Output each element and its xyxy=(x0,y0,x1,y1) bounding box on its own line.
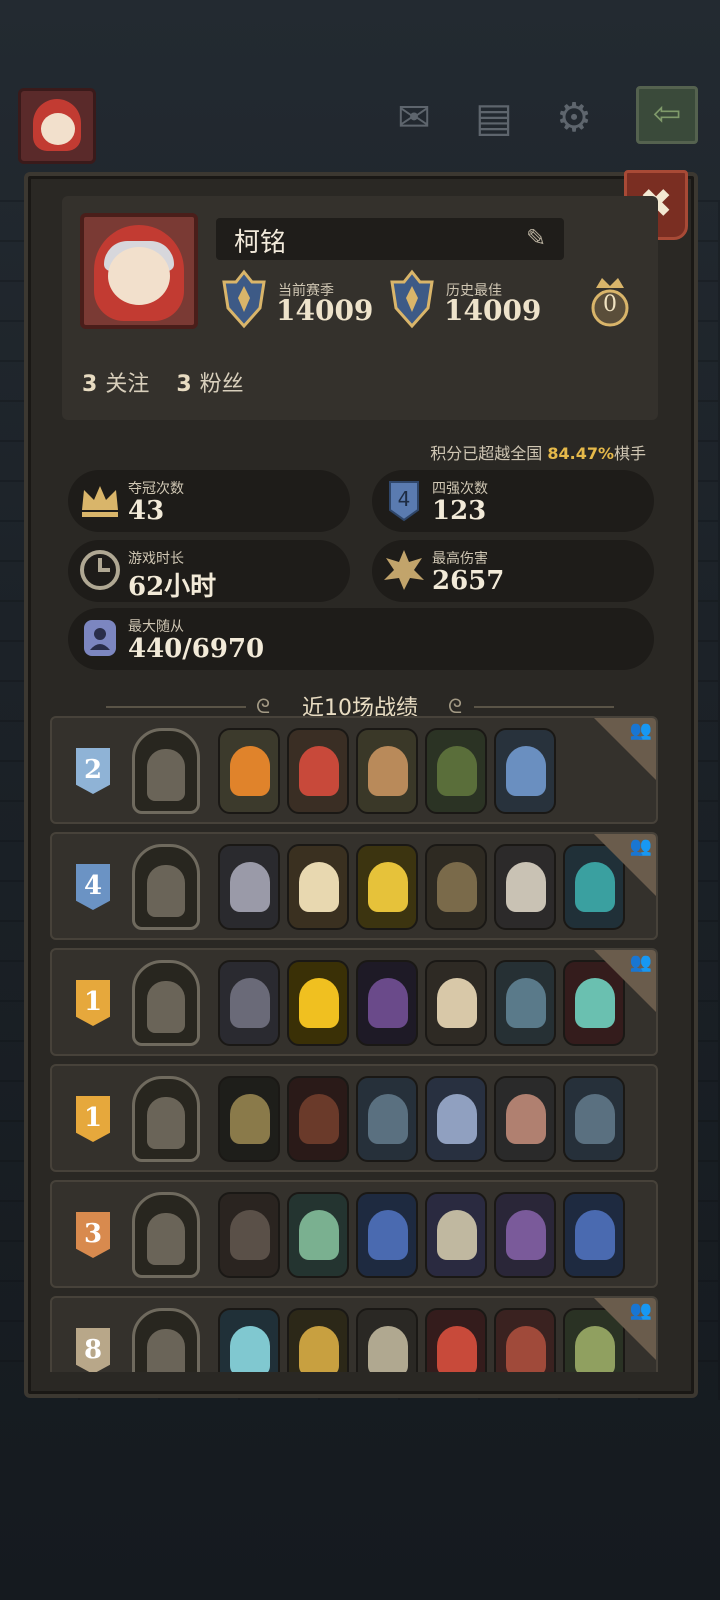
match-row[interactable]: 8 👥 xyxy=(50,1296,658,1372)
placement-badge: 4 xyxy=(76,864,110,910)
top4-icon: 4 xyxy=(389,481,419,522)
back-arrow-icon[interactable]: ⇦ xyxy=(636,86,698,144)
minion-card xyxy=(218,844,280,930)
minion-card xyxy=(563,1076,625,1162)
minion-card xyxy=(287,1308,349,1372)
crown-count: 0 xyxy=(603,292,617,317)
minion-card xyxy=(218,1308,280,1372)
current-season-score: 14009 xyxy=(276,294,374,327)
follow-link[interactable]: 3 关注 xyxy=(82,372,149,397)
hero-portrait xyxy=(132,960,200,1046)
stat-top4: 4 四强次数 123 xyxy=(372,470,654,532)
minion-card xyxy=(425,1076,487,1162)
minion-card xyxy=(356,1076,418,1162)
stat-max-followers: 最大随从 440/6970 xyxy=(68,608,654,670)
placement-badge: 2 xyxy=(76,748,110,794)
stat-max-damage: 最高伤害 2657 xyxy=(372,540,654,602)
gear-icon[interactable]: ⚙ xyxy=(546,92,602,144)
rank-percent-text: 积分已超越全国 84.47%棋手 xyxy=(430,444,646,463)
top-bar: ✉ ▤ ⚙ ⇦ xyxy=(0,0,720,164)
minion-card xyxy=(425,960,487,1046)
minion-card xyxy=(356,1308,418,1372)
minion-card xyxy=(494,1308,556,1372)
hero-portrait xyxy=(132,1076,200,1162)
stat-champion: 夺冠次数 43 xyxy=(68,470,350,532)
minion-card xyxy=(287,844,349,930)
minion-card xyxy=(218,1076,280,1162)
minion-card xyxy=(425,1192,487,1278)
minion-card xyxy=(356,960,418,1046)
player-name: 柯铭 xyxy=(234,228,287,258)
match-row[interactable]: 4 👥 xyxy=(50,832,658,940)
notes-icon[interactable]: ▤ xyxy=(466,92,522,144)
minion-card xyxy=(356,728,418,814)
minion-card xyxy=(218,1192,280,1278)
minion-card xyxy=(287,1192,349,1278)
hero-portrait xyxy=(132,1308,200,1372)
swirl-icon: ᘓ xyxy=(448,694,463,718)
minion-card xyxy=(494,728,556,814)
team-icon[interactable]: 👥 xyxy=(630,836,652,857)
minion-card xyxy=(425,844,487,930)
minion-card xyxy=(356,1192,418,1278)
follower-icon xyxy=(84,620,116,656)
team-icon[interactable]: 👥 xyxy=(630,1300,652,1321)
mail-icon[interactable]: ✉ xyxy=(386,92,442,144)
player-avatar-button[interactable] xyxy=(18,88,96,164)
minion-card xyxy=(494,1192,556,1278)
match-list[interactable]: 2 👥 4 👥 1 👥 1 3 8 👥 xyxy=(50,716,658,1372)
minion-card xyxy=(425,1308,487,1372)
clock-icon xyxy=(80,550,120,590)
minion-card xyxy=(287,728,349,814)
minion-card xyxy=(494,1076,556,1162)
match-row[interactable]: 1 xyxy=(50,1064,658,1172)
match-row[interactable]: 2 👥 xyxy=(50,716,658,824)
placement-badge: 1 xyxy=(76,980,110,1026)
best-score: 14009 xyxy=(444,294,542,327)
match-row[interactable]: 3 xyxy=(50,1180,658,1288)
team-icon[interactable]: 👥 xyxy=(630,720,652,741)
pencil-icon[interactable]: ✎ xyxy=(526,224,546,252)
burst-icon xyxy=(384,550,424,590)
stat-playtime: 游戏时长 62小时 xyxy=(68,540,350,602)
minion-card xyxy=(287,960,349,1046)
crown-icon xyxy=(82,486,118,517)
hero-portrait xyxy=(132,728,200,814)
minion-card xyxy=(563,1192,625,1278)
minion-card xyxy=(356,844,418,930)
divider-right xyxy=(474,706,614,708)
hero-portrait xyxy=(132,1192,200,1278)
minion-card xyxy=(218,728,280,814)
minion-card xyxy=(494,844,556,930)
minion-card xyxy=(425,728,487,814)
placement-badge: 1 xyxy=(76,1096,110,1142)
match-row[interactable]: 1 👥 xyxy=(50,948,658,1056)
minion-card xyxy=(287,1076,349,1162)
best-rank-icon xyxy=(390,269,434,329)
placement-badge: 8 xyxy=(76,1328,110,1372)
minion-card xyxy=(218,960,280,1046)
fans-link[interactable]: 3 粉丝 xyxy=(176,372,243,397)
team-icon[interactable]: 👥 xyxy=(630,952,652,973)
hero-portrait xyxy=(132,844,200,930)
placement-badge: 3 xyxy=(76,1212,110,1258)
avatar xyxy=(80,213,198,329)
season-rank-icon xyxy=(222,269,266,329)
svg-text:4: 4 xyxy=(398,487,411,511)
follow-stats: 3 关注 3 粉丝 xyxy=(82,366,244,398)
minion-card xyxy=(494,960,556,1046)
